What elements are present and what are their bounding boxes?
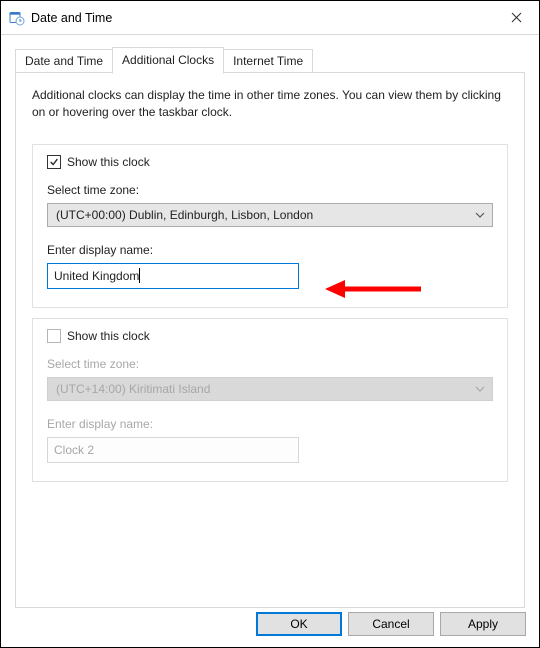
tab-date-and-time[interactable]: Date and Time — [15, 49, 113, 73]
clock1-tz-label: Select time zone: — [47, 183, 493, 197]
titlebar: Date and Time — [1, 1, 539, 35]
close-icon — [511, 12, 522, 23]
window-title: Date and Time — [31, 11, 112, 25]
ok-button[interactable]: OK — [256, 612, 342, 636]
tabpanel-additional-clocks: Additional clocks can display the time i… — [15, 72, 525, 608]
clock2-group: Show this clock Select time zone: (UTC+1… — [32, 318, 508, 482]
clock2-name-input: Clock 2 — [47, 437, 299, 463]
clock2-show-label: Show this clock — [67, 329, 150, 343]
tabstrip: Date and Time Additional Clocks Internet… — [15, 47, 525, 73]
calendar-clock-icon — [9, 10, 25, 26]
clock1-tz-select[interactable]: (UTC+00:00) Dublin, Edinburgh, Lisbon, L… — [47, 203, 493, 227]
clock2-show-checkbox[interactable] — [47, 329, 61, 343]
clock1-name-input[interactable]: United Kingdom — [47, 263, 299, 289]
tab-internet-time[interactable]: Internet Time — [223, 49, 313, 73]
clock1-show-label: Show this clock — [67, 155, 150, 169]
tab-description: Additional clocks can display the time i… — [32, 87, 502, 122]
tab-additional-clocks[interactable]: Additional Clocks — [112, 47, 224, 74]
chevron-down-icon — [474, 209, 486, 221]
clock2-name-label: Enter display name: — [47, 417, 493, 431]
cancel-button[interactable]: Cancel — [348, 612, 434, 636]
text-caret — [139, 268, 140, 283]
dialog-buttons: OK Cancel Apply — [256, 612, 526, 636]
clock1-show-checkbox[interactable] — [47, 155, 61, 169]
apply-button[interactable]: Apply — [440, 612, 526, 636]
clock2-tz-select: (UTC+14:00) Kiritimati Island — [47, 377, 493, 401]
clock2-name-value: Clock 2 — [54, 443, 94, 457]
clock2-tz-value: (UTC+14:00) Kiritimati Island — [56, 382, 210, 396]
clock2-tz-label: Select time zone: — [47, 357, 493, 371]
checkmark-icon — [49, 157, 59, 167]
clock1-group: Show this clock Select time zone: (UTC+0… — [32, 144, 508, 308]
chevron-down-icon — [474, 383, 486, 395]
clock1-name-value: United Kingdom — [54, 269, 139, 283]
clock1-tz-value: (UTC+00:00) Dublin, Edinburgh, Lisbon, L… — [56, 208, 313, 222]
close-button[interactable] — [493, 1, 539, 35]
clock1-name-label: Enter display name: — [47, 243, 493, 257]
arrow-annotation — [323, 275, 423, 303]
